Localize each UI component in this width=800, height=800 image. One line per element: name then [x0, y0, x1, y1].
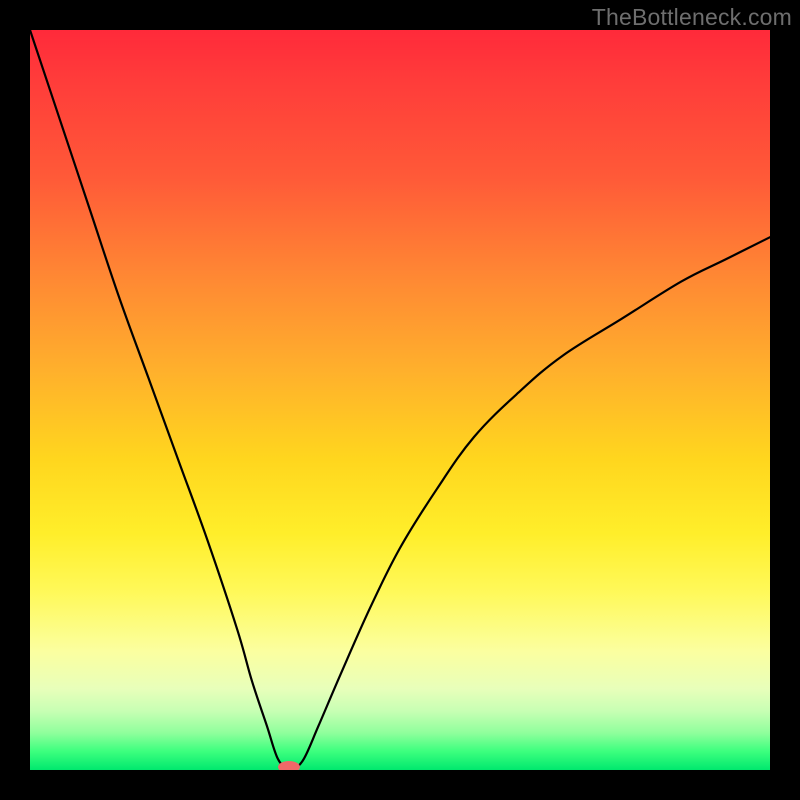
watermark-text: TheBottleneck.com — [592, 4, 792, 31]
curve-svg — [30, 30, 770, 770]
chart-stage: TheBottleneck.com — [0, 0, 800, 800]
plot-area — [30, 30, 770, 770]
bottleneck-curve — [30, 30, 770, 770]
